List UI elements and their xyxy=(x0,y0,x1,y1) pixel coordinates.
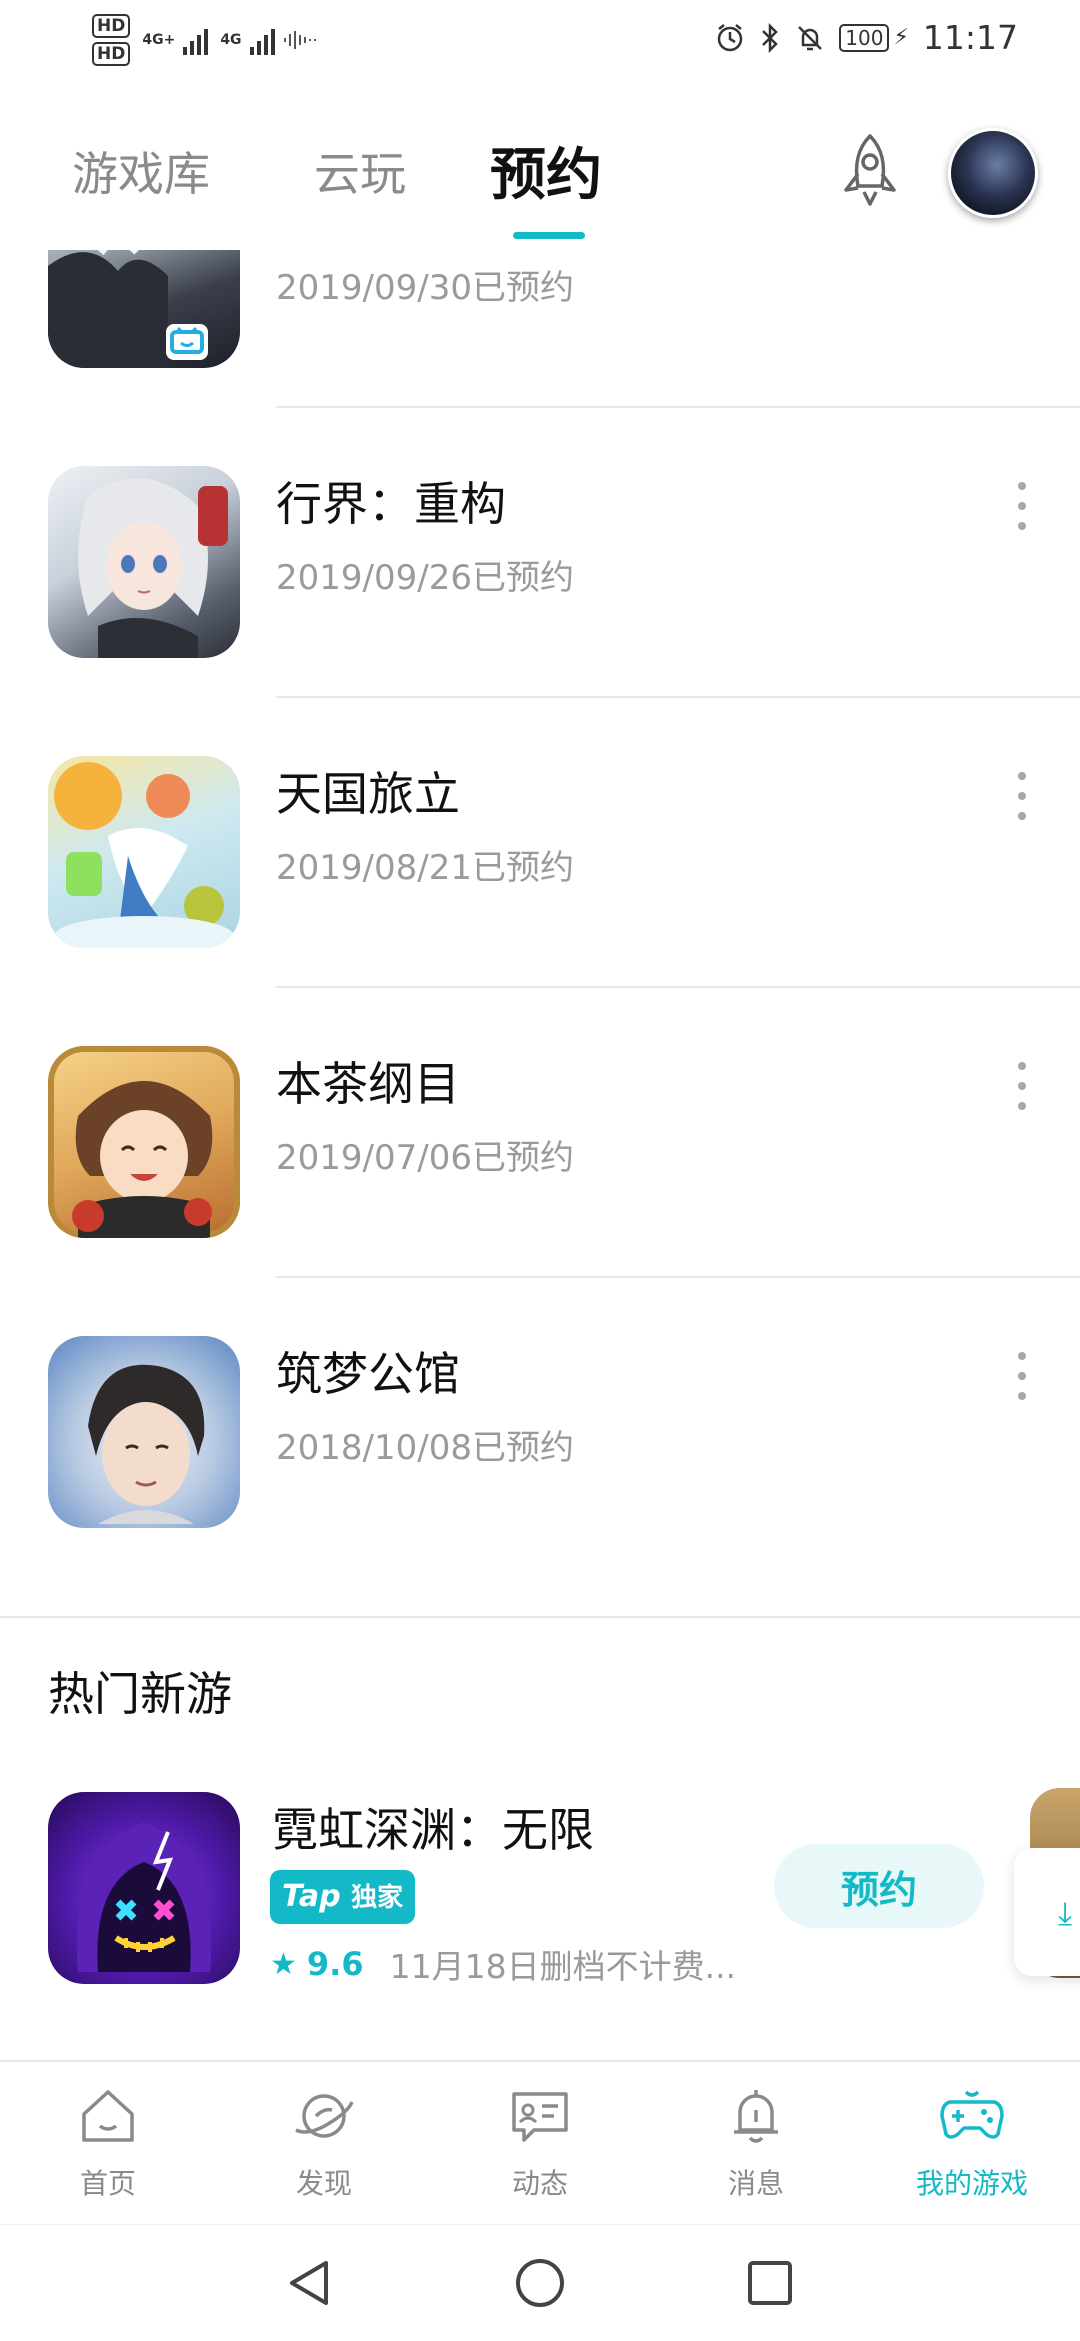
sim1-hd-badge: HD xyxy=(92,14,131,38)
bell-icon xyxy=(734,2090,778,2143)
rocket-icon[interactable] xyxy=(830,130,910,210)
status-bar: HD HD 4G+ 4G 100 ⚡ 11:17 xyxy=(0,0,1080,90)
charging-icon: ⚡ xyxy=(893,25,909,50)
nav-label: 首页 xyxy=(79,2167,136,2200)
mute-bell-icon xyxy=(798,25,823,50)
tab-cloud-play[interactable]: 云玩 xyxy=(314,138,406,204)
list-item[interactable]: 本茶纲目 2019/07/06已预约 xyxy=(0,988,1080,1278)
game-icon xyxy=(48,1046,240,1238)
bottom-nav: 首页 发现 动态 消息 我的游戏 xyxy=(0,2060,1080,2226)
sim-indicators: HD HD xyxy=(92,14,131,66)
game-title: 天国旅立 xyxy=(276,767,460,821)
planet-icon xyxy=(295,2094,354,2138)
recents-icon[interactable] xyxy=(742,2255,798,2311)
list-item[interactable]: 筑梦公馆 2018/10/08已预约 xyxy=(0,1278,1080,1568)
reserve-date: 2019/07/06已预约 xyxy=(276,1138,574,1178)
nav-discover[interactable]: 发现 xyxy=(234,2080,414,2210)
home-icon xyxy=(82,2090,134,2142)
active-tab-indicator xyxy=(513,232,585,239)
more-options-icon[interactable] xyxy=(1008,766,1036,826)
status-right: 100 ⚡ 11:17 xyxy=(715,18,1018,57)
reserve-date: 2019/09/26已预约 xyxy=(276,558,574,598)
top-header: 游戏库 云玩 预约 xyxy=(0,90,1080,250)
list-item[interactable]: 行界：重构 2019/09/26已预约 xyxy=(0,408,1080,698)
nav-label: 发现 xyxy=(295,2167,352,2200)
tab-reservations[interactable]: 预约 xyxy=(490,130,602,211)
bluetooth-icon xyxy=(762,22,779,53)
nav-label: 消息 xyxy=(727,2167,784,2200)
tab-game-library[interactable]: 游戏库 xyxy=(72,138,210,204)
signal-strength-icon xyxy=(183,25,209,55)
sim2-hd-badge: HD xyxy=(92,42,131,66)
battery-indicator: 100 ⚡ xyxy=(839,23,909,52)
nav-messages[interactable]: 消息 xyxy=(666,2080,846,2210)
signal-strength-icon xyxy=(249,25,275,55)
game-title: 筑梦公馆 xyxy=(276,1347,460,1401)
rating-value: 9.6 xyxy=(306,1945,364,1983)
avatar[interactable] xyxy=(948,128,1038,218)
alarm-icon xyxy=(718,23,743,51)
nav-home[interactable]: 首页 xyxy=(18,2080,198,2210)
exclusive-label: 独家 xyxy=(351,1883,404,1913)
clock: 11:17 xyxy=(922,18,1018,57)
download-float-card[interactable]: ⤓ xyxy=(1014,1848,1080,1976)
nav-my-games[interactable]: 我的游戏 xyxy=(882,2080,1062,2210)
reserve-date: 2019/08/21已预约 xyxy=(276,848,574,888)
status-left: HD HD 4G+ 4G xyxy=(92,14,317,66)
game-icon xyxy=(48,466,240,658)
section-title: 热门新游 xyxy=(48,1667,232,1721)
more-options-icon[interactable] xyxy=(1008,1346,1036,1406)
audio-wave-icon xyxy=(283,31,316,49)
battery-level: 100 xyxy=(839,23,890,52)
gamepad-icon xyxy=(940,2090,1004,2139)
game-title: 行界：重构 xyxy=(276,477,506,531)
more-options-icon[interactable] xyxy=(1008,1056,1036,1116)
nav-label: 动态 xyxy=(511,2167,568,2200)
star-icon: ★ xyxy=(270,1946,297,1982)
network-type-1: 4G+ xyxy=(142,32,176,48)
system-nav-bar xyxy=(0,2224,1080,2341)
network-type-2: 4G xyxy=(220,32,242,48)
hot-game-item[interactable]: 霓虹深渊：无限 Tap 独家 ★ 9.6 11月18日删档不计费... 预约 ⤓ xyxy=(0,1788,1080,1988)
rating-row: ★ 9.6 11月18日删档不计费... xyxy=(270,1940,736,1988)
game-icon xyxy=(48,756,240,948)
reserve-date: 2018/10/08已预约 xyxy=(276,1428,574,1468)
back-icon[interactable] xyxy=(282,2255,338,2311)
reserve-button[interactable]: 预约 xyxy=(774,1844,984,1928)
game-icon xyxy=(48,1792,240,1984)
game-description: 11月18日删档不计费... xyxy=(389,1947,737,1986)
nav-feed[interactable]: 动态 xyxy=(450,2080,630,2210)
game-icon xyxy=(48,1336,240,1528)
section-divider xyxy=(0,1616,1080,1618)
tap-badge-logo: Tap xyxy=(282,1879,341,1914)
list-item[interactable]: 天国旅立 2019/08/21已预约 xyxy=(0,698,1080,988)
reserve-date: 2019/09/30已预约 xyxy=(276,268,574,308)
download-icon: ⤓ xyxy=(1058,1894,1073,1932)
home-button-icon[interactable] xyxy=(512,2255,568,2311)
game-title: 霓虹深渊：无限 xyxy=(272,1803,594,1857)
tap-exclusive-badge: Tap 独家 xyxy=(270,1870,416,1924)
game-title: 本茶纲目 xyxy=(276,1057,460,1111)
chat-card-icon xyxy=(512,2092,568,2142)
more-options-icon[interactable] xyxy=(1008,476,1036,536)
nav-label: 我的游戏 xyxy=(915,2167,1028,2200)
